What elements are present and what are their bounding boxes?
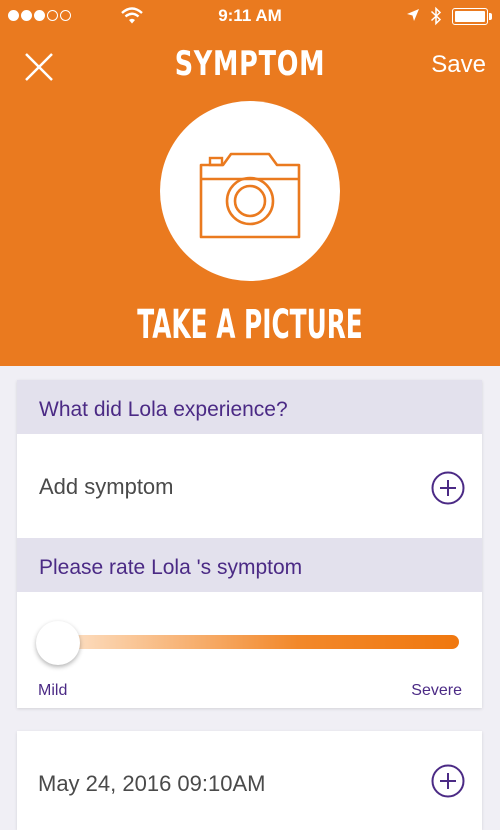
symptom-card: What did Lola experience? Add symptom Pl… [17, 380, 482, 708]
take-picture-label[interactable]: TAKE A PICTURE [95, 302, 405, 348]
save-button[interactable]: Save [431, 51, 486, 79]
header: 9:11 AM SYMPTOM Save TAKE A PICTURE [0, 0, 500, 366]
add-symptom-row[interactable]: Add symptom [17, 434, 482, 538]
severe-label: Severe [411, 682, 462, 699]
slider-thumb[interactable] [36, 621, 80, 665]
date-value: May 24, 2016 09:10AM [38, 771, 266, 796]
status-bar: 9:11 AM [0, 0, 500, 34]
close-button[interactable] [22, 50, 56, 84]
add-date-button[interactable] [431, 764, 465, 798]
severity-slider[interactable]: Mild Severe [17, 592, 482, 710]
add-symptom-button[interactable] [431, 471, 465, 505]
battery-icon [452, 8, 488, 25]
page-title: SYMPTOM [174, 44, 326, 84]
date-row[interactable]: May 24, 2016 09:10AM [17, 731, 482, 830]
mild-label: Mild [38, 682, 68, 699]
bluetooth-icon [430, 6, 442, 26]
location-icon [407, 9, 419, 21]
experience-heading: What did Lola experience? [17, 380, 482, 434]
take-picture-button[interactable] [160, 101, 340, 281]
date-card: May 24, 2016 09:10AM [17, 731, 482, 830]
add-symptom-label: Add symptom [39, 474, 174, 499]
rating-heading: Please rate Lola 's symptom [17, 538, 482, 592]
camera-icon [199, 152, 301, 239]
status-time: 9:11 AM [218, 6, 282, 25]
battery-tip [489, 13, 492, 20]
slider-track[interactable] [57, 635, 459, 649]
